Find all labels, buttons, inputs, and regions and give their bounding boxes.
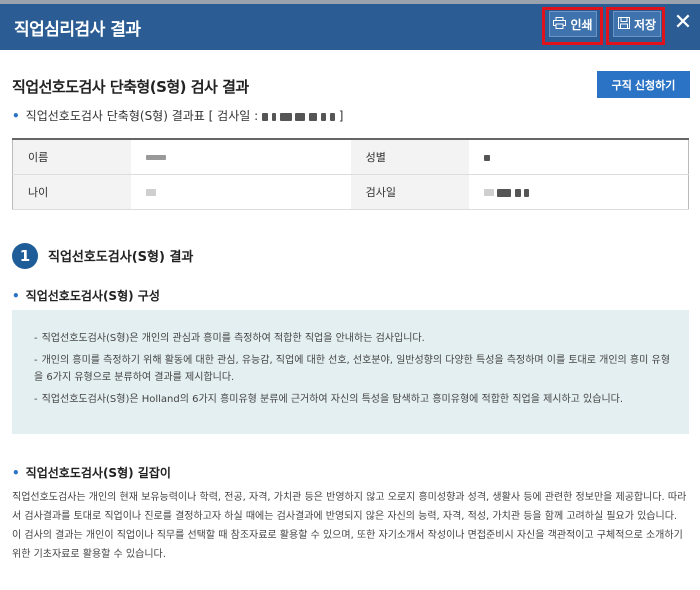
- dialog-content[interactable]: 직업선호도검사 단축형(S형) 검사 결과 구직 신청하기 • 직업선호도검사 단…: [0, 50, 700, 590]
- floppy-disk-icon: [617, 16, 630, 32]
- bullet-icon: •: [12, 466, 20, 480]
- close-icon[interactable]: ✕: [672, 12, 694, 34]
- result-table-suffix: ]: [338, 109, 344, 123]
- table-row: 나이 검사일: [12, 174, 689, 210]
- apply-job-button[interactable]: 구직 신청하기: [597, 71, 690, 98]
- list-item-text: 개인의 흥미를 측정하기 위해 활동에 대한 관심, 유능감, 직업에 대한 선…: [34, 355, 670, 383]
- save-label: 저장: [633, 17, 657, 32]
- guide-paragraph: 직업선호도검사는 개인의 현재 보유능력이나 학력, 전공, 자격, 가치관 등…: [12, 488, 692, 564]
- guide-paragraph-1: 직업선호도검사는 개인의 현재 보유능력이나 학력, 전공, 자격, 가치관 등…: [12, 492, 687, 522]
- guide-title: 직업선호도검사(S형) 길잡이: [25, 466, 171, 480]
- print-label: 인쇄: [570, 17, 593, 32]
- age-label: 나이: [12, 174, 132, 210]
- info-table: 이름 성별 나이 검사일: [12, 138, 689, 210]
- testdate-label: 검사일: [350, 174, 469, 210]
- composition-heading: • 직업선호도검사(S형) 구성: [12, 287, 160, 304]
- redacted-date: [261, 109, 339, 123]
- composition-list: - 직업선호도검사(S형)은 개인의 관심과 흥미를 측정하여 적합한 직업을 안…: [12, 310, 689, 408]
- gender-label: 성별: [350, 139, 469, 175]
- composition-description-box: - 직업선호도검사(S형)은 개인의 관심과 흥미를 측정하여 적합한 직업을 안…: [12, 310, 689, 434]
- print-button[interactable]: 인쇄: [549, 11, 597, 37]
- age-value: [131, 174, 351, 210]
- page-title: 직업선호도검사 단축형(S형) 검사 결과: [12, 78, 249, 96]
- list-item: - 직업선호도검사(S형)은 Holland의 6가지 흥미유형 분류에 근거하여…: [34, 394, 624, 405]
- list-item: - 개인의 흥미를 측정하기 위해 활동에 대한 관심, 유능감, 직업에 대한 …: [34, 355, 670, 383]
- printer-icon: [553, 16, 567, 32]
- guide-heading: • 직업선호도검사(S형) 길잡이: [12, 464, 171, 481]
- name-label: 이름: [12, 139, 132, 175]
- gender-value: [468, 139, 689, 175]
- bullet-icon: •: [12, 109, 20, 123]
- name-value: [131, 139, 351, 175]
- section-number-badge: 1: [12, 243, 38, 269]
- dialog-title: 직업심리검사 결과: [14, 19, 141, 40]
- list-item-text: 직업선호도검사(S형)은 Holland의 6가지 흥미유형 분류에 근거하여 …: [41, 394, 624, 405]
- result-table-caption: • 직업선호도검사 단축형(S형) 결과표 [ 검사일 : ]: [12, 107, 343, 124]
- testdate-value: [468, 174, 689, 210]
- guide-paragraph-2: 이 검사의 결과는 개인이 직업이나 직무를 선택할 때 참조자료로 활용할 수…: [12, 530, 683, 560]
- save-button[interactable]: 저장: [613, 11, 661, 37]
- table-row: 이름 성별: [12, 139, 689, 175]
- section-title: 직업선호도검사(S형) 결과: [48, 250, 194, 265]
- list-item: - 직업선호도검사(S형)은 개인의 관심과 흥미를 측정하여 적합한 직업을 안…: [34, 333, 425, 344]
- result-table-prefix: 직업선호도검사 단축형(S형) 결과표 [ 검사일 :: [25, 109, 259, 123]
- composition-title: 직업선호도검사(S형) 구성: [25, 289, 160, 303]
- list-item-text: 직업선호도검사(S형)은 개인의 관심과 흥미를 측정하여 적합한 직업을 안내…: [41, 333, 425, 344]
- bullet-icon: •: [12, 289, 20, 303]
